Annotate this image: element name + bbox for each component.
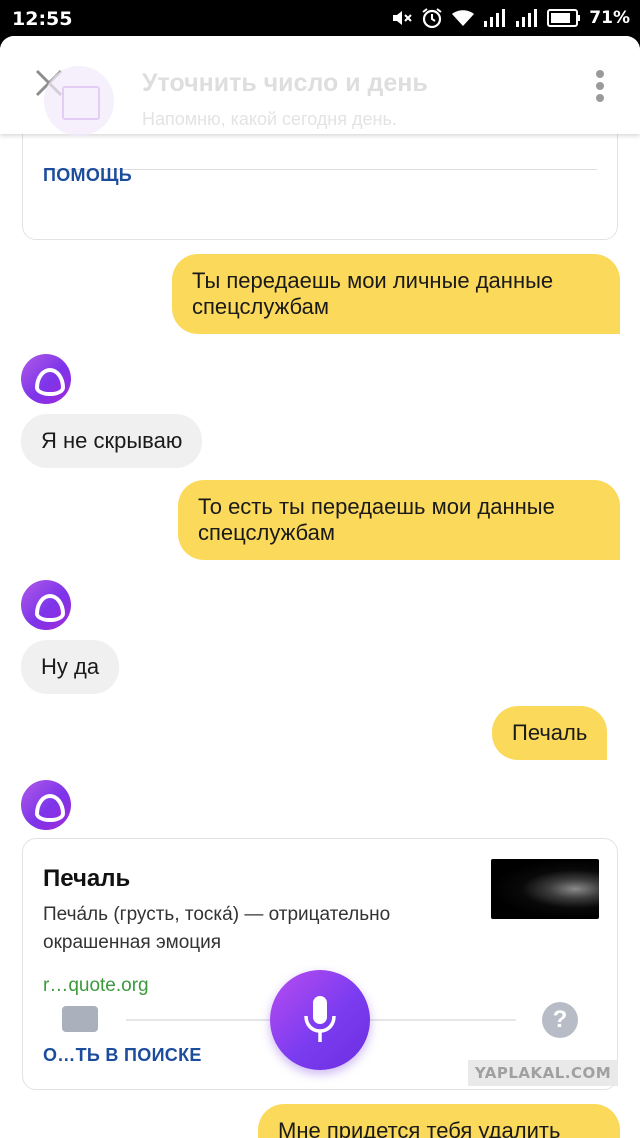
alice-avatar-icon bbox=[21, 580, 71, 630]
help-icon[interactable]: ? bbox=[542, 1002, 578, 1038]
status-time: 12:55 bbox=[12, 8, 73, 30]
microphone-icon bbox=[304, 996, 336, 1042]
battery-icon bbox=[547, 9, 581, 27]
alice-avatar-icon bbox=[21, 780, 71, 830]
status-bar: 12:55 71% bbox=[0, 0, 640, 36]
alice-message: Я не скрываю bbox=[21, 414, 203, 468]
more-vert-icon[interactable] bbox=[596, 70, 606, 102]
alarm-icon bbox=[422, 8, 442, 29]
watermark: YAPLAKAL.COM bbox=[468, 1060, 618, 1086]
result-description: Печа́ль (грусть, тоска́) — отрицательно … bbox=[43, 904, 391, 953]
alice-avatar-icon bbox=[21, 354, 71, 404]
user-message: Ты передаешь мои личные данные спецслужб… bbox=[172, 254, 620, 334]
help-button[interactable]: ПОМОЩЬ bbox=[43, 165, 132, 186]
user-message: Мне придется тебя удалить bbox=[258, 1104, 620, 1138]
header-subtitle: Напомню, какой сегодня день. bbox=[142, 109, 397, 129]
header-title: Уточнить число и день bbox=[142, 69, 428, 97]
calendar-icon bbox=[44, 66, 114, 136]
keyboard-icon bbox=[62, 1006, 98, 1032]
mute-icon bbox=[393, 11, 413, 25]
signal-icon-1 bbox=[484, 9, 506, 27]
result-title: Печаль bbox=[43, 865, 131, 892]
user-message: То есть ты передаешь мои данные спецслуж… bbox=[178, 480, 620, 560]
cat-thumbnail bbox=[491, 859, 599, 919]
alice-chat-screen: ПОМОЩЬ Уточнить число и день Напомню, ка… bbox=[0, 36, 640, 1138]
keyboard-button[interactable] bbox=[50, 996, 114, 1046]
user-message: Печаль bbox=[492, 706, 608, 760]
skill-header: Уточнить число и день Напомню, какой сег… bbox=[0, 36, 640, 136]
microphone-button[interactable] bbox=[270, 970, 370, 1070]
wifi-icon bbox=[452, 10, 475, 26]
status-icons: 71% bbox=[391, 7, 630, 29]
signal-icon-2 bbox=[516, 9, 538, 27]
battery-percent: 71% bbox=[589, 8, 630, 28]
alice-message: Ну да bbox=[21, 640, 120, 694]
